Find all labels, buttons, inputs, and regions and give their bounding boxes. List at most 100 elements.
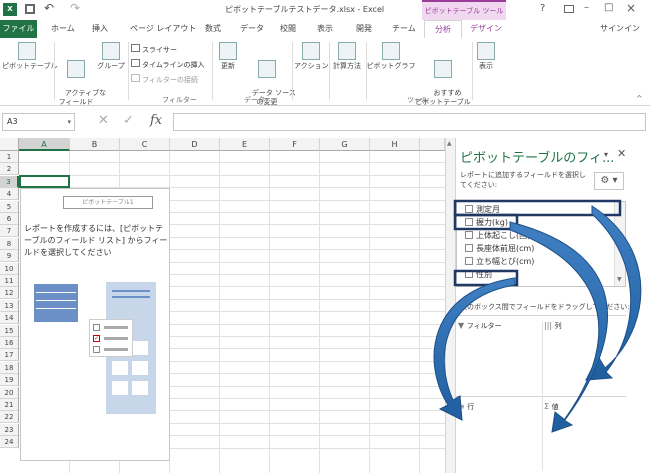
field-checkbox-4[interactable] bbox=[465, 257, 473, 265]
row-header-3[interactable]: 3 bbox=[0, 175, 19, 188]
field-list-scrollbar[interactable]: ▼ bbox=[614, 202, 625, 286]
row-header-21[interactable]: 21 bbox=[0, 399, 19, 411]
restore-button[interactable]: □ bbox=[604, 2, 613, 13]
row-header-23[interactable]: 23 bbox=[0, 423, 19, 436]
columns-area[interactable]: ||| 列 bbox=[544, 321, 626, 393]
field-checkbox-2[interactable] bbox=[465, 231, 473, 239]
tab-view[interactable]: 表示 bbox=[317, 23, 333, 34]
field-checkbox-5[interactable] bbox=[465, 270, 473, 278]
pivot-placeholder-label: ピボットテーブル1 bbox=[63, 196, 153, 209]
show-button[interactable]: 表示 bbox=[474, 42, 498, 71]
undo-icon[interactable]: ↶ bbox=[44, 1, 54, 15]
enter-icon[interactable]: ✓ bbox=[123, 113, 134, 128]
vertical-scrollbar[interactable]: ▲ bbox=[445, 138, 455, 473]
column-header-c[interactable]: C bbox=[120, 138, 170, 151]
field-item-4[interactable]: 立ち幅とび(cm) bbox=[465, 255, 534, 268]
tab-file[interactable]: ファイル bbox=[0, 20, 37, 38]
field-item-0[interactable]: 測定月 bbox=[465, 203, 500, 216]
row-header-9[interactable]: 9 bbox=[0, 250, 19, 263]
tab-home[interactable]: ホーム bbox=[51, 23, 75, 34]
save-icon[interactable] bbox=[25, 4, 35, 14]
row-header-10[interactable]: 10 bbox=[0, 262, 19, 275]
column-header-a[interactable]: A bbox=[19, 138, 70, 151]
select-all-corner[interactable] bbox=[0, 138, 19, 151]
excel-logo-icon[interactable]: X bbox=[3, 3, 17, 16]
column-header-f[interactable]: F bbox=[270, 138, 320, 151]
filter-connections-button[interactable]: フィルターの接続 bbox=[131, 74, 198, 85]
row-header-18[interactable]: 18 bbox=[0, 361, 19, 374]
tab-developer[interactable]: 開発 bbox=[356, 23, 372, 34]
pivottable-button[interactable]: ピボットテーブル bbox=[2, 42, 58, 71]
row-header-15[interactable]: 15 bbox=[0, 324, 19, 337]
column-header-g[interactable]: G bbox=[320, 138, 370, 151]
pivot-placeholder[interactable]: ピボットテーブル1 レポートを作成するには、[ピボットテーブルのフィールド リス… bbox=[20, 188, 170, 461]
row-header-22[interactable]: 22 bbox=[0, 411, 19, 424]
column-header-b[interactable]: B bbox=[70, 138, 120, 151]
tab-page-layout[interactable]: ページ レイアウト bbox=[130, 23, 196, 34]
collapse-ribbon-icon[interactable]: ^ bbox=[636, 94, 643, 103]
minimize-button[interactable]: – bbox=[584, 2, 589, 13]
row-header-20[interactable]: 20 bbox=[0, 386, 19, 399]
ribbon-display-icon[interactable] bbox=[564, 5, 574, 13]
filter-area[interactable]: ▼ フィルター bbox=[458, 321, 540, 393]
row-header-8[interactable]: 8 bbox=[0, 237, 19, 250]
row-header-14[interactable]: 14 bbox=[0, 312, 19, 325]
refresh-button[interactable]: 更新 bbox=[214, 42, 242, 71]
formula-input[interactable] bbox=[173, 113, 646, 131]
row-header-1[interactable]: 1 bbox=[0, 151, 19, 163]
rows-area[interactable]: ≡ 行 bbox=[458, 402, 540, 470]
field-item-5[interactable]: 性別 bbox=[465, 268, 492, 281]
redo-icon[interactable]: ↷ bbox=[70, 1, 80, 15]
slicer-button[interactable]: スライサー bbox=[131, 44, 177, 55]
row-header-13[interactable]: 13 bbox=[0, 299, 19, 312]
calculations-button[interactable]: 計算方法 bbox=[330, 42, 364, 71]
timeline-button[interactable]: タイムラインの挿入 bbox=[131, 59, 205, 70]
group-icon bbox=[102, 42, 120, 60]
field-item-1[interactable]: 握力(kg) bbox=[465, 216, 508, 229]
row-header-12[interactable]: 12 bbox=[0, 287, 19, 300]
field-checkbox-0[interactable] bbox=[465, 205, 473, 213]
row-header-17[interactable]: 17 bbox=[0, 349, 19, 362]
help-icon[interactable]: ? bbox=[540, 3, 545, 14]
field-item-3[interactable]: 長座体前屈(cm) bbox=[465, 242, 534, 255]
insert-function-icon[interactable]: fx bbox=[150, 113, 162, 128]
column-header-e[interactable]: E bbox=[220, 138, 270, 151]
cancel-icon[interactable]: ✕ bbox=[98, 113, 109, 128]
tab-insert[interactable]: 挿入 bbox=[92, 23, 108, 34]
row-header-4[interactable]: 4 bbox=[0, 188, 19, 201]
active-cell-a3[interactable] bbox=[19, 175, 70, 188]
scroll-up-icon[interactable]: ▲ bbox=[447, 140, 452, 147]
row-header-5[interactable]: 5 bbox=[0, 200, 19, 213]
name-box[interactable]: A3 ▾ bbox=[2, 113, 75, 131]
field-checkbox-3[interactable] bbox=[465, 244, 473, 252]
tab-review[interactable]: 校閲 bbox=[280, 23, 296, 34]
tab-formulas[interactable]: 数式 bbox=[205, 23, 221, 34]
tab-analyze[interactable]: 分析 bbox=[424, 20, 462, 39]
active-field-button[interactable]: アクティブな フィールド bbox=[56, 42, 106, 116]
values-area[interactable]: Σ 値 bbox=[544, 402, 626, 470]
group-button[interactable]: グループ bbox=[96, 42, 126, 71]
field-checkbox-1[interactable] bbox=[465, 218, 473, 226]
scroll-down-icon[interactable]: ▼ bbox=[617, 276, 622, 283]
pane-options-dropdown-icon[interactable]: ▾ bbox=[604, 150, 608, 159]
row-header-19[interactable]: 19 bbox=[0, 374, 19, 387]
column-header-d[interactable]: D bbox=[170, 138, 220, 151]
signin-link[interactable]: サインイン bbox=[600, 23, 640, 34]
row-header-2[interactable]: 2 bbox=[0, 163, 19, 176]
context-tab-label: ピボットテーブル ツール bbox=[422, 0, 506, 20]
pane-close-icon[interactable]: ✕ bbox=[617, 147, 626, 160]
tab-team[interactable]: チーム bbox=[392, 23, 416, 34]
column-header-h[interactable]: H bbox=[370, 138, 420, 151]
row-header-24[interactable]: 24 bbox=[0, 436, 19, 449]
pane-settings-button[interactable]: ⚙ ▾ bbox=[594, 172, 624, 190]
close-button[interactable]: × bbox=[626, 1, 636, 15]
tab-design[interactable]: デザイン bbox=[470, 23, 502, 34]
tab-data[interactable]: データ bbox=[240, 23, 264, 34]
row-header-6[interactable]: 6 bbox=[0, 213, 19, 225]
row-header-11[interactable]: 11 bbox=[0, 275, 19, 287]
field-item-2[interactable]: 上体起こし(回) bbox=[465, 229, 530, 242]
actions-button[interactable]: アクション bbox=[294, 42, 329, 71]
pivotchart-button[interactable]: ピボットグラフ bbox=[366, 42, 416, 71]
row-header-16[interactable]: 16 bbox=[0, 337, 19, 349]
row-header-7[interactable]: 7 bbox=[0, 225, 19, 238]
